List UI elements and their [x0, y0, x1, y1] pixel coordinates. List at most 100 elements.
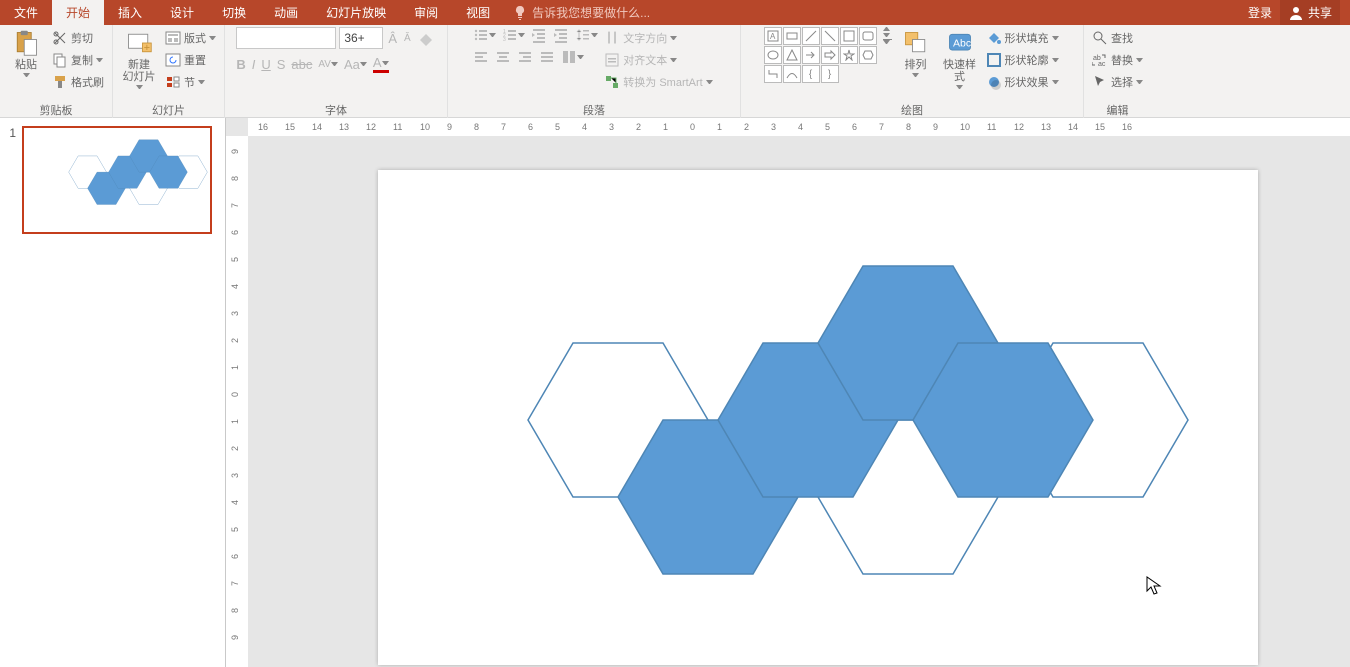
replace-button[interactable]: abac替换 [1090, 49, 1145, 71]
change-case-button[interactable]: Aa [344, 57, 367, 72]
layout-icon [165, 30, 181, 46]
italic-button[interactable]: I [252, 57, 256, 72]
shape-roundrect-icon[interactable] [859, 27, 877, 45]
chevron-down-icon [209, 36, 216, 40]
svg-text:3: 3 [503, 37, 506, 43]
tab-design[interactable]: 设计 [156, 0, 208, 25]
copy-button[interactable]: 复制 [50, 49, 106, 71]
numbering-button[interactable]: 123 [502, 27, 525, 43]
shape-star-icon[interactable] [840, 46, 858, 64]
reset-button[interactable]: 重置 [163, 49, 218, 71]
bullets-icon [473, 27, 489, 43]
chevron-down-icon [912, 73, 919, 77]
share-button[interactable]: 共享 [1280, 0, 1340, 25]
shape-brace2-icon[interactable]: } [821, 65, 839, 83]
shape-triangle-icon[interactable] [783, 46, 801, 64]
svg-text:Abc: Abc [953, 38, 971, 50]
shape-fill-button[interactable]: 形状填充 [984, 27, 1061, 49]
increase-indent-button[interactable] [553, 27, 569, 43]
tab-animation[interactable]: 动画 [260, 0, 312, 25]
group-editing: 查找 abac替换 选择 编辑 [1084, 25, 1151, 119]
font-size-combo[interactable]: 36+ [339, 27, 383, 49]
shadow-button[interactable]: S [277, 57, 286, 72]
spacing-button[interactable]: AV [318, 59, 338, 70]
chevron-down-icon [23, 73, 30, 77]
arrange-button[interactable]: 排列 [896, 27, 936, 77]
line-spacing-button[interactable] [575, 27, 598, 43]
slide-thumbnail-1[interactable] [22, 126, 212, 234]
copy-icon [52, 52, 68, 68]
chevron-down-icon[interactable] [883, 33, 890, 37]
text-direction-button[interactable]: ┃┃文字方向 [602, 27, 714, 49]
tell-me[interactable]: 告诉我您想要做什么... [504, 0, 650, 25]
decrease-font-button[interactable]: Ǎ [402, 27, 413, 49]
brush-icon [52, 74, 68, 90]
shape-oval-icon[interactable] [764, 46, 782, 64]
chevron-up-icon[interactable] [883, 27, 890, 31]
increase-font-button[interactable]: Â [386, 27, 399, 49]
vertical-ruler[interactable]: 9876543210123456789 [226, 136, 249, 667]
shape-rect2-icon[interactable] [840, 27, 858, 45]
align-left-button[interactable] [473, 49, 489, 65]
shape-hex-icon[interactable] [859, 46, 877, 64]
gallery-expand-icon[interactable] [883, 39, 892, 44]
login-button[interactable]: 登录 [1248, 4, 1272, 21]
columns-button[interactable] [561, 49, 584, 65]
align-right-button[interactable] [517, 49, 533, 65]
shape-effects-button[interactable]: 形状效果 [984, 71, 1061, 93]
group-paragraph: 123 ┃┃文字方向 对齐文本 [448, 25, 741, 119]
lightbulb-icon [512, 5, 528, 21]
chevron-down-icon [136, 85, 143, 89]
shape-arrow2-icon[interactable] [821, 46, 839, 64]
slide-shapes[interactable] [378, 170, 1258, 665]
outdent-icon [531, 27, 547, 43]
tab-insert[interactable]: 插入 [104, 0, 156, 25]
thumbnail-panel[interactable]: 1 [0, 118, 226, 667]
select-button[interactable]: 选择 [1090, 71, 1145, 93]
cut-button[interactable]: 剪切 [50, 27, 106, 49]
justify-button[interactable] [539, 49, 555, 65]
section-button[interactable]: 节 [163, 71, 218, 93]
shape-curve-icon[interactable] [783, 65, 801, 83]
underline-button[interactable]: U [261, 57, 270, 72]
person-icon [1288, 5, 1304, 21]
tab-review[interactable]: 审阅 [400, 0, 452, 25]
shape-line-icon[interactable] [802, 27, 820, 45]
shapes-gallery[interactable]: A { } [764, 27, 877, 83]
shape-arrow-icon[interactable] [802, 46, 820, 64]
layout-button[interactable]: 版式 [163, 27, 218, 49]
horizontal-ruler[interactable]: 1615141312111098765432101234567891011121… [248, 118, 1350, 137]
tab-view[interactable]: 视图 [452, 0, 504, 25]
clear-format-button[interactable] [416, 27, 436, 49]
bold-button[interactable]: B [236, 57, 245, 72]
font-name-combo[interactable] [236, 27, 336, 49]
quick-styles-button[interactable]: Abc 快速样式 [940, 27, 980, 89]
strike-button[interactable]: abc [291, 57, 312, 72]
chevron-down-icon [96, 58, 103, 62]
group-clipboard: 粘贴 剪切 复制 格式刷 剪贴板 [0, 25, 113, 119]
decrease-indent-button[interactable] [531, 27, 547, 43]
shape-conn-icon[interactable] [764, 65, 782, 83]
tab-file[interactable]: 文件 [0, 0, 52, 25]
canvas[interactable] [248, 136, 1350, 667]
cursor-icon [1092, 74, 1108, 90]
tab-slideshow[interactable]: 幻灯片放映 [312, 0, 400, 25]
shape-line2-icon[interactable] [821, 27, 839, 45]
slide-canvas[interactable] [378, 170, 1258, 665]
new-slide-button[interactable]: 新建 幻灯片 [119, 27, 159, 89]
shape-textbox-icon[interactable]: A [764, 27, 782, 45]
font-color-button[interactable]: A [373, 55, 389, 73]
shape-outline-button[interactable]: 形状轮廓 [984, 49, 1061, 71]
format-painter-button[interactable]: 格式刷 [50, 71, 106, 93]
paste-button[interactable]: 粘贴 [6, 27, 46, 77]
convert-smartart-button[interactable]: 转换为 SmartArt [602, 71, 714, 93]
shape-rect-icon[interactable] [783, 27, 801, 45]
bullets-button[interactable] [473, 27, 496, 43]
align-center-button[interactable] [495, 49, 511, 65]
tab-transition[interactable]: 切换 [208, 0, 260, 25]
find-button[interactable]: 查找 [1090, 27, 1145, 49]
align-text-button[interactable]: 对齐文本 [602, 49, 714, 71]
shape-brace-icon[interactable]: { [802, 65, 820, 83]
align-left-icon [473, 49, 489, 65]
tab-home[interactable]: 开始 [52, 0, 104, 25]
